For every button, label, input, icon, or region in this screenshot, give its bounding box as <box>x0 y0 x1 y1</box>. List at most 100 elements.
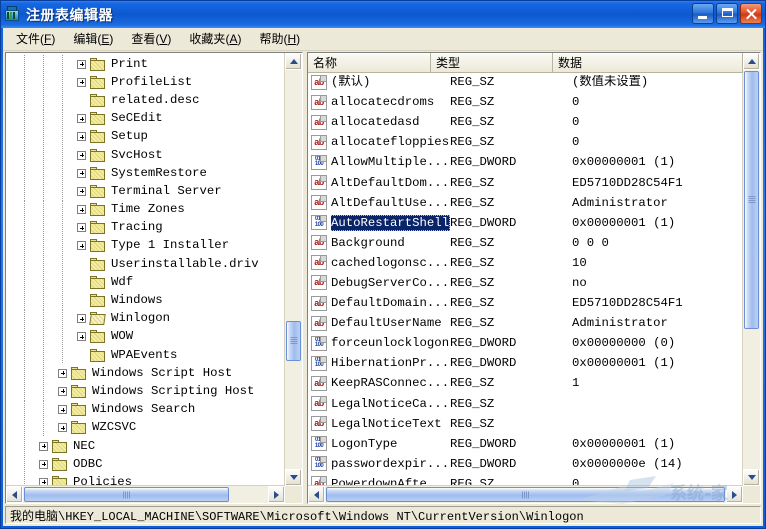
tree-scroll-left-button[interactable] <box>6 486 23 503</box>
expand-plus-icon[interactable] <box>77 169 86 178</box>
title-bar[interactable]: 注册表编辑器 <box>1 1 765 28</box>
registry-value-row[interactable]: 011100HibernationPr...REG_DWORD0x0000000… <box>308 353 743 373</box>
expand-plus-icon[interactable] <box>39 442 48 451</box>
tree-node-terminal-server[interactable]: Terminal Server <box>6 182 285 200</box>
minimize-button[interactable] <box>692 3 714 24</box>
tree-scroll-right-button[interactable] <box>268 486 285 503</box>
tree-node-svchost[interactable]: SvcHost <box>6 146 285 164</box>
tree-node-print[interactable]: Print <box>6 55 285 73</box>
registry-value-row[interactable]: 011100AllowMultiple...REG_DWORD0x0000000… <box>308 152 743 172</box>
registry-value-row[interactable]: aballocatefloppiesREG_SZ0 <box>308 132 743 152</box>
tree-node-type-1-installer[interactable]: Type 1 Installer <box>6 237 285 255</box>
registry-value-row[interactable]: abDefaultDomain...REG_SZED5710DD28C54F1 <box>308 293 743 313</box>
tree-node-wpaevents[interactable]: WPAEvents <box>6 346 285 364</box>
expand-plus-icon[interactable] <box>77 151 86 160</box>
tree-node-time-zones[interactable]: Time Zones <box>6 201 285 219</box>
expand-plus-icon[interactable] <box>77 78 86 87</box>
tree-guide-line <box>62 310 63 328</box>
tree-scroll-thumb[interactable] <box>286 321 301 361</box>
tree-node-wdf[interactable]: Wdf <box>6 273 285 291</box>
registry-value-row[interactable]: abDefaultUserNameREG_SZAdministrator <box>308 313 743 333</box>
registry-values-pane[interactable]: 名称类型数据 ab(默认)REG_SZ(数值未设置)aballocatecdro… <box>307 52 761 504</box>
registry-value-row[interactable]: 011100AutoRestartShellREG_DWORD0x0000000… <box>308 213 743 233</box>
list-rows-container[interactable]: ab(默认)REG_SZ(数值未设置)aballocatecdromsREG_S… <box>308 72 743 486</box>
menu-item-1[interactable]: 编辑(E) <box>64 28 122 50</box>
registry-value-row[interactable]: abBackgroundREG_SZ0 0 0 <box>308 233 743 253</box>
expand-plus-icon[interactable] <box>58 369 67 378</box>
list-horizontal-scrollbar[interactable] <box>308 485 743 503</box>
list-scroll-left-button[interactable] <box>308 486 325 503</box>
registry-value-row[interactable]: abKeepRASConnec...REG_SZ1 <box>308 373 743 393</box>
expand-plus-icon[interactable] <box>77 60 86 69</box>
list-scroll-thumb[interactable] <box>744 71 759 329</box>
expand-plus-icon[interactable] <box>39 460 48 469</box>
expand-plus-icon[interactable] <box>58 405 67 414</box>
tree-hscroll-thumb[interactable] <box>24 487 229 502</box>
list-hscroll-thumb[interactable] <box>326 487 725 502</box>
menu-item-2[interactable]: 查看(V) <box>122 28 180 50</box>
expand-plus-icon[interactable] <box>77 132 86 141</box>
expand-plus-icon[interactable] <box>77 114 86 123</box>
registry-tree-pane[interactable]: PrintProfileListrelated.descSeCEditSetup… <box>5 52 303 504</box>
registry-value-row[interactable]: abcachedlogonsc...REG_SZ10 <box>308 253 743 273</box>
registry-value-row[interactable]: 011100LogonTypeREG_DWORD0x00000001 (1) <box>308 434 743 454</box>
menu-item-3[interactable]: 收藏夹(A) <box>180 28 250 50</box>
value-name-text: LogonType <box>331 437 397 451</box>
tree-node-userinstallable-driv[interactable]: Userinstallable.driv <box>6 255 285 273</box>
tree-node-setup[interactable]: Setup <box>6 128 285 146</box>
registry-value-row[interactable]: abAltDefaultUse...REG_SZAdministrator <box>308 193 743 213</box>
tree-node-profilelist[interactable]: ProfileList <box>6 73 285 91</box>
tree-vertical-scrollbar[interactable] <box>284 53 302 486</box>
expand-plus-icon[interactable] <box>58 423 67 432</box>
maximize-button[interactable] <box>716 3 738 24</box>
tree-node-wow[interactable]: WOW <box>6 328 285 346</box>
list-vertical-scrollbar[interactable] <box>742 53 760 486</box>
tree-scroll-down-button[interactable] <box>285 469 302 486</box>
list-scroll-right-button[interactable] <box>726 486 743 503</box>
expand-plus-icon[interactable] <box>77 187 86 196</box>
list-column-header-name[interactable]: 名称 <box>308 53 431 72</box>
registry-value-row[interactable]: abDebugServerCo...REG_SZno <box>308 273 743 293</box>
expand-plus-icon[interactable] <box>77 314 86 323</box>
tree-guide-line <box>24 364 25 382</box>
tree-scroll-area[interactable]: PrintProfileListrelated.descSeCEditSetup… <box>6 53 285 486</box>
tree-node-odbc[interactable]: ODBC <box>6 455 285 473</box>
registry-value-row[interactable]: abLegalNoticeTextREG_SZ <box>308 414 743 434</box>
value-data-cell: 0x00000000 (0) <box>572 336 743 350</box>
expand-plus-icon[interactable] <box>77 223 86 232</box>
list-column-header-data[interactable]: 数据 <box>553 53 743 72</box>
registry-value-row[interactable]: ab(默认)REG_SZ(数值未设置) <box>308 72 743 92</box>
expand-plus-icon[interactable] <box>77 205 86 214</box>
tree-node-windows-script-host[interactable]: Windows Script Host <box>6 364 285 382</box>
tree-node-secedit[interactable]: SeCEdit <box>6 110 285 128</box>
tree-node-nec[interactable]: NEC <box>6 437 285 455</box>
tree-node-label: Wdf <box>111 276 133 289</box>
tree-scroll-up-button[interactable] <box>285 53 302 70</box>
list-column-header-type[interactable]: 类型 <box>431 53 553 72</box>
list-scroll-down-button[interactable] <box>743 469 760 486</box>
menu-item-4[interactable]: 帮助(H) <box>250 28 309 50</box>
tree-node-label: WZCSVC <box>92 421 136 434</box>
value-name-text: AltDefaultDom... <box>331 176 449 190</box>
tree-node-tracing[interactable]: Tracing <box>6 219 285 237</box>
tree-node-windows[interactable]: Windows <box>6 291 285 309</box>
registry-value-row[interactable]: 011100forceunlocklogonREG_DWORD0x0000000… <box>308 333 743 353</box>
expand-plus-icon[interactable] <box>58 387 67 396</box>
list-scroll-up-button[interactable] <box>743 53 760 70</box>
tree-node-windows-scripting-host[interactable]: Windows Scripting Host <box>6 382 285 400</box>
registry-value-row[interactable]: aballocatecdromsREG_SZ0 <box>308 92 743 112</box>
tree-node-wzcsvc[interactable]: WZCSVC <box>6 419 285 437</box>
tree-node-systemrestore[interactable]: SystemRestore <box>6 164 285 182</box>
close-button[interactable] <box>740 3 762 24</box>
tree-node-winlogon[interactable]: Winlogon <box>6 310 285 328</box>
registry-value-row[interactable]: aballocatedasdREG_SZ0 <box>308 112 743 132</box>
tree-node-windows-search[interactable]: Windows Search <box>6 401 285 419</box>
tree-node-related-desc[interactable]: related.desc <box>6 91 285 109</box>
expand-plus-icon[interactable] <box>77 332 86 341</box>
registry-value-row[interactable]: 011100passwordexpir...REG_DWORD0x0000000… <box>308 454 743 474</box>
registry-value-row[interactable]: abAltDefaultDom...REG_SZED5710DD28C54F1 <box>308 172 743 192</box>
registry-value-row[interactable]: abLegalNoticeCa...REG_SZ <box>308 394 743 414</box>
expand-plus-icon[interactable] <box>77 241 86 250</box>
menu-item-0[interactable]: 文件(F) <box>7 28 64 50</box>
tree-horizontal-scrollbar[interactable] <box>6 485 285 503</box>
